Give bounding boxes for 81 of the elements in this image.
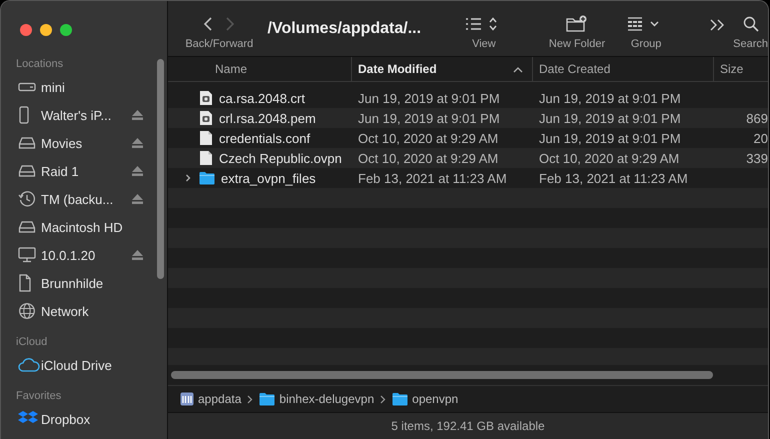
table-cell-text: Jun 19, 2019 at 9:01 PM (538, 90, 682, 106)
column-header[interactable]: Size (714, 57, 768, 81)
sidebar-item[interactable]: iCloud Drive (1, 351, 143, 379)
sidebar-item[interactable]: Network (1, 297, 143, 325)
file-name: Czech Republic.ovpn (219, 150, 342, 166)
sidebar-item[interactable]: Walter's iP... (1, 101, 143, 129)
path-item[interactable]: openvpn (392, 392, 458, 406)
toolbar-button[interactable]: New Folder (548, 1, 606, 50)
sidebar-item[interactable]: mini (1, 73, 143, 101)
document-file-icon (199, 130, 213, 146)
table-cell: 869 (746, 110, 768, 126)
document-file-icon (199, 150, 213, 166)
scrollbar-thumb[interactable] (171, 371, 713, 379)
file-row[interactable]: crl.rsa.2048.pem Jun 19, 2019 at 9:01 PM Jun 19, 2019 at 9:01 PM 869 (168, 108, 768, 128)
table-cell-text: Oct 10, 2020 at 9:29 AM (357, 150, 500, 166)
table-cell-text: Oct 10, 2020 at 9:29 AM (357, 130, 500, 146)
table-cell-text: Jun 19, 2019 at 9:01 PM (357, 110, 501, 126)
file-name: extra_ovpn_files (221, 170, 316, 186)
file-name: credentials.conf (219, 130, 310, 146)
chevron-icon (247, 394, 254, 404)
cloud-icon (18, 358, 40, 372)
network-share-icon (180, 392, 194, 406)
certificate-file-icon (199, 110, 213, 126)
globe-icon (18, 302, 36, 320)
table-cell-text: Oct 10, 2020 at 9:29 AM (538, 150, 680, 166)
folder-icon (199, 171, 215, 185)
certificate-file-icon (199, 90, 213, 106)
sidebar-item[interactable]: Brunnhilde (1, 269, 143, 297)
chevron-icon (380, 394, 386, 404)
toolbar-button[interactable]: View (464, 1, 504, 50)
section-heading: Locations (15, 57, 64, 72)
eject-icon[interactable] (132, 194, 143, 204)
file-name: crl.rsa.2048.pem (219, 110, 316, 126)
column-header[interactable]: Date Created (533, 57, 714, 81)
close-button[interactable] (20, 24, 32, 36)
eject-icon[interactable] (132, 166, 143, 176)
path-item[interactable]: appdata (180, 392, 242, 406)
column-header[interactable]: Name (168, 57, 352, 81)
sidebar-item[interactable]: TM (backu... (1, 185, 143, 213)
hard-drive-icon (18, 136, 36, 150)
sidebar-item[interactable]: Raid 1 (1, 157, 143, 185)
eject-icon[interactable] (132, 250, 143, 260)
phone-icon (18, 106, 30, 124)
section-heading: Favorites (15, 389, 62, 404)
table-cell-text: Jun 19, 2019 at 9:01 PM (357, 90, 501, 106)
table-cell-text: Jun 19, 2019 at 9:01 PM (538, 110, 682, 126)
section-heading: iCloud (15, 335, 48, 350)
eject-icon[interactable] (132, 110, 143, 120)
minimize-button[interactable] (40, 24, 52, 36)
toolbar-label: Back/Forward (185, 38, 254, 50)
monitor-icon (18, 247, 36, 263)
table-cell-text: Feb 13, 2021 at 11:23 AM (357, 170, 508, 186)
hard-drive-icon (18, 164, 36, 178)
eject-icon[interactable] (132, 138, 143, 148)
table-cell-text: Jun 19, 2019 at 9:01 PM (538, 130, 682, 146)
clock-icon (18, 190, 36, 208)
file-name: ca.rsa.2048.crt (219, 90, 305, 106)
column-header[interactable]: Date Modified (352, 57, 533, 81)
toolbar-button[interactable]: Group (626, 1, 666, 50)
sidebar-item[interactable]: Dropbox (1, 405, 143, 433)
scrollbar-thumb[interactable] (157, 59, 164, 279)
file-row[interactable]: Czech Republic.ovpn Oct 10, 2020 at 9:29 AM Oct 10, 2020 at 9:29 AM 339 (168, 148, 768, 168)
sidebar-item[interactable]: Macintosh HD (1, 213, 143, 241)
zoom-button[interactable] (60, 24, 72, 36)
table-cell: 20 (754, 130, 768, 146)
toolbar-button[interactable]: Search (733, 1, 768, 50)
table-cell: 339 (746, 150, 768, 166)
folder-icon (259, 392, 276, 406)
hard-drive-icon (18, 220, 36, 234)
status-text: 5 items, 192.41 GB available (391, 419, 545, 433)
document-icon (18, 274, 32, 292)
table-cell-text: Feb 13, 2021 at 11:23 AM (538, 170, 689, 186)
new-folder-icon (565, 14, 590, 34)
search-icon (742, 14, 760, 34)
drive-icon (18, 81, 36, 93)
window-title: /Volumes/appdata/... (268, 20, 422, 38)
back-button[interactable] (203, 16, 214, 32)
folder-icon (392, 392, 408, 406)
sidebar-item[interactable]: Movies (1, 129, 143, 157)
path-item[interactable]: binhex-delugevpn (259, 392, 374, 406)
sidebar-item[interactable]: 10.0.1.20 (1, 241, 143, 269)
